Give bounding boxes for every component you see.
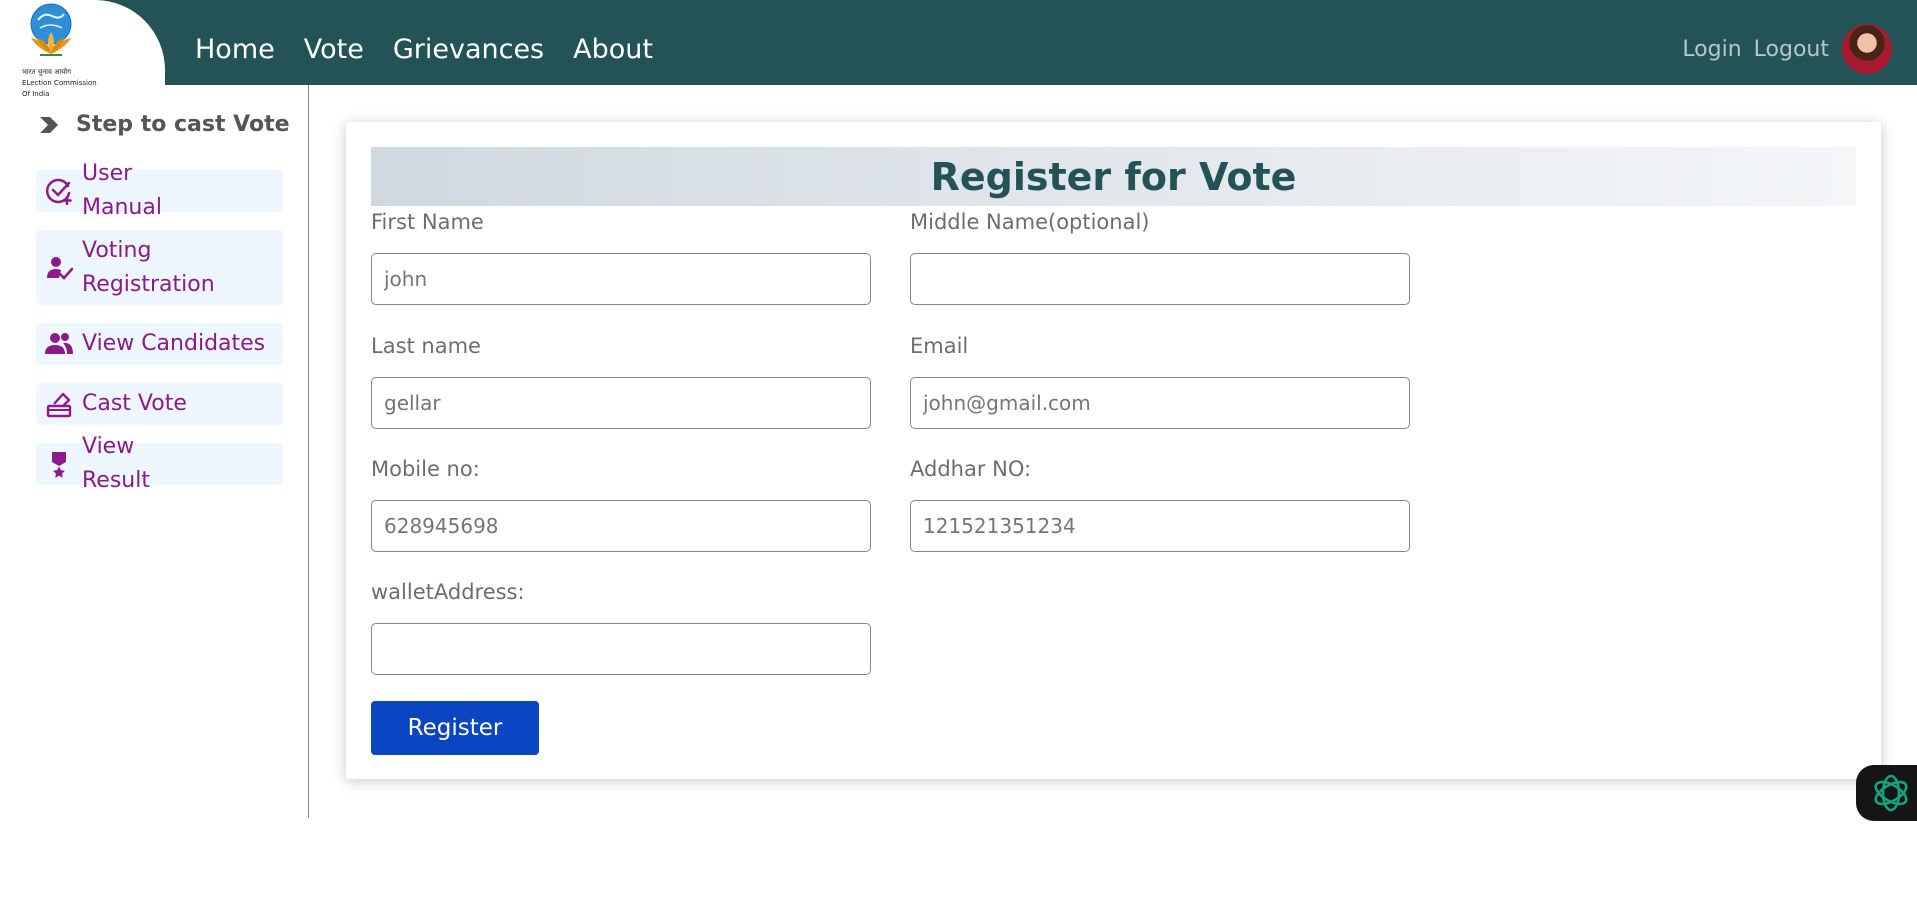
aadhar-label: Addhar NO:: [910, 457, 1032, 481]
mobile-input[interactable]: [371, 500, 871, 552]
wallet-address-input[interactable]: [371, 623, 871, 675]
first-name-label: First Name: [371, 210, 484, 234]
sidebar-item-label: Voting Registration: [82, 237, 215, 297]
email-label: Email: [910, 334, 969, 358]
sidebar-item-label: User Manual: [82, 161, 162, 220]
wallet-address-label: walletAddress:: [371, 580, 525, 604]
logo-hindi-text: भारत चुनाव आयोग: [22, 68, 72, 76]
user-check-icon: [36, 254, 82, 282]
check-circle-plus-icon: [36, 177, 82, 205]
form-title: Register for Vote: [371, 147, 1856, 206]
sidebar-item-label: Cast Vote: [82, 391, 187, 416]
avatar[interactable]: [1842, 24, 1892, 74]
last-name-label: Last name: [371, 334, 481, 358]
users-icon: [36, 331, 82, 357]
ballot-box-icon: [36, 390, 82, 418]
sidebar-item-cast-vote[interactable]: Cast Vote: [36, 383, 283, 425]
first-name-input[interactable]: [371, 253, 871, 305]
aadhar-input[interactable]: [910, 500, 1410, 552]
middle-name-label: Middle Name(optional): [910, 210, 1150, 234]
logo-caption: भारत चुनाव आयोग ELection Commission Of I…: [22, 67, 142, 100]
logout-link[interactable]: Logout: [1754, 37, 1829, 62]
nav-about-link[interactable]: About: [573, 34, 653, 65]
sidebar-title: Step to cast Vote: [38, 112, 290, 137]
sidebar-title-text: Step to cast Vote: [76, 112, 290, 137]
election-commission-emblem-icon: [30, 3, 72, 56]
register-button[interactable]: Register: [371, 701, 539, 755]
chevron-right-icon: [40, 116, 58, 133]
sidebar-item-view-result[interactable]: View Result: [36, 434, 283, 493]
nav-home-link[interactable]: Home: [195, 34, 275, 65]
last-name-input[interactable]: [371, 377, 871, 429]
mobile-label: Mobile no:: [371, 457, 480, 481]
email-input[interactable]: [910, 377, 1410, 429]
login-link[interactable]: Login: [1682, 37, 1741, 62]
middle-name-input[interactable]: [910, 253, 1410, 305]
sidebar-item-user-manual[interactable]: User Manual: [36, 161, 283, 220]
nav-grievances-link[interactable]: Grievances: [393, 34, 544, 65]
ai-assistant-icon: [1874, 774, 1908, 812]
sidebar-item-voting-registration[interactable]: Voting Registration: [36, 230, 283, 305]
logo-country-text: Of India: [22, 90, 50, 98]
logo-english-text: ELection Commission: [22, 79, 97, 87]
nav-vote-link[interactable]: Vote: [304, 34, 364, 65]
nav-links: Home Vote Grievances About: [195, 0, 682, 98]
top-navbar: Home Vote Grievances About Login Logout: [0, 0, 1917, 85]
registration-card: Register for Vote First Name Middle Name…: [346, 122, 1881, 779]
nav-account-area: Login Logout: [1670, 0, 1892, 98]
sidebar-item-view-candidates[interactable]: View Candidates: [36, 323, 283, 365]
medal-icon: [36, 450, 82, 478]
assistant-button[interactable]: [1856, 765, 1917, 821]
sidebar-item-label: View Candidates: [82, 331, 266, 356]
sidebar-item-label: View Result: [82, 434, 150, 493]
